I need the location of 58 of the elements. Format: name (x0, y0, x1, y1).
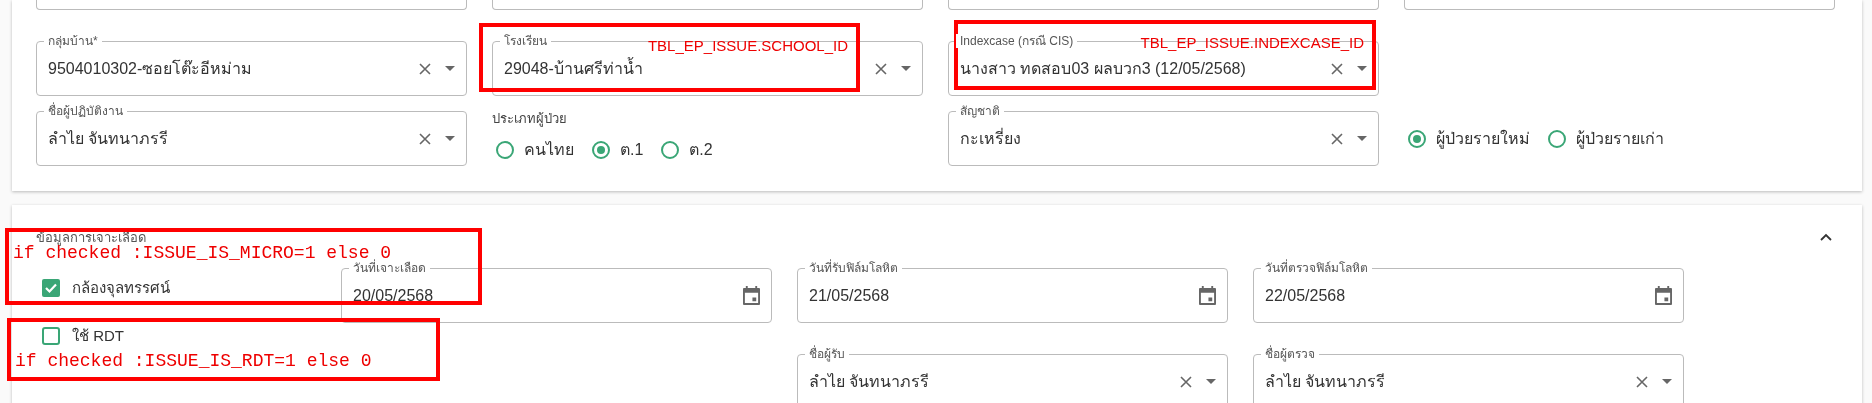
field-label: สัญชาติ (956, 104, 1004, 118)
input-field[interactable] (1404, 0, 1835, 10)
annotation-text: if checked :ISSUE_IS_RDT=1 else 0 (15, 352, 372, 370)
field-label: วันที่เจาะเลือด (349, 261, 430, 275)
input-field[interactable] (492, 0, 923, 10)
date-field[interactable]: วันที่ตรวจฟิล์มโลหิต 22/05/2568 (1253, 261, 1684, 323)
radio-group-label: ประเภทผู้ป่วย (492, 111, 568, 127)
radio-option[interactable]: ผู้ป่วยรายใหม่ (1408, 126, 1530, 151)
calendar-icon[interactable] (1655, 286, 1672, 305)
annotation-text: if checked :ISSUE_IS_MICRO=1 else 0 (13, 244, 392, 262)
caret-icon[interactable] (445, 66, 455, 71)
radio-button[interactable] (496, 140, 514, 159)
caret-icon[interactable] (1357, 66, 1367, 71)
field-label: ชื่อผู้ตรวจ (1261, 347, 1319, 361)
field-label: ชื่อผู้ปฏิบัติงาน (44, 104, 127, 118)
select-field[interactable]: กลุ่มบ้าน* 9504010302-ซอยโต๊ะอีหม่าม (36, 34, 467, 96)
clear-icon[interactable] (1180, 375, 1192, 388)
annotation-text: TBL_EP_ISSUE.SCHOOL_ID (647, 37, 848, 54)
date-field[interactable]: วันที่เจาะเลือด 20/05/2568 (341, 261, 772, 323)
clear-icon[interactable] (419, 62, 431, 75)
caret-icon[interactable] (1357, 136, 1367, 141)
radio-button[interactable] (1408, 129, 1426, 148)
caret-icon[interactable] (445, 136, 455, 141)
select-field[interactable]: ชื่อผู้ปฏิบัติงาน ลำไย จันทนาภรรี (36, 104, 467, 166)
radio-option[interactable]: ต.1 (592, 137, 644, 162)
chevron-icon[interactable] (1820, 233, 1832, 241)
radio-option[interactable]: คนไทย (496, 137, 574, 162)
field-label: ชื่อผู้รับ (805, 347, 849, 361)
radio-option[interactable]: ผู้ป่วยรายเก่า (1548, 126, 1664, 151)
section-title: ข้อมูลการเจาะเลือด (36, 228, 146, 246)
field-label: วันที่รับฟิล์มโลหิต (805, 261, 902, 275)
clear-icon[interactable] (1636, 375, 1648, 388)
input-field[interactable] (36, 0, 467, 10)
field-label: กลุ่มบ้าน* (44, 34, 102, 48)
radio-button[interactable] (1548, 129, 1566, 148)
input-field[interactable] (948, 0, 1379, 10)
radio-button[interactable] (592, 140, 610, 159)
checkbox-option[interactable]: ใช้ RDT (42, 326, 316, 346)
caret-icon[interactable] (901, 66, 911, 71)
caret-icon[interactable] (1662, 379, 1672, 384)
date-field[interactable]: วันที่รับฟิล์มโลหิต 21/05/2568 (797, 261, 1228, 323)
annotation-text: TBL_EP_ISSUE.INDEXCASE_ID (1140, 34, 1364, 51)
calendar-icon[interactable] (1199, 286, 1216, 305)
checkbox[interactable] (42, 279, 60, 297)
radio-button[interactable] (661, 140, 680, 159)
checkbox[interactable] (42, 327, 60, 345)
clear-icon[interactable] (1331, 62, 1343, 75)
clear-icon[interactable] (875, 62, 887, 75)
caret-icon[interactable] (1206, 379, 1216, 384)
field-label: โรงเรียน (500, 34, 551, 48)
field-label: วันที่ตรวจฟิล์มโลหิต (1261, 261, 1372, 275)
calendar-icon[interactable] (743, 286, 760, 305)
select-field[interactable]: สัญชาติ กะเหรี่ยง (948, 104, 1379, 166)
checkbox-option[interactable]: กล้องจุลทรรศน์ (42, 278, 316, 298)
radio-option[interactable]: ต.2 (661, 137, 713, 162)
clear-icon[interactable] (419, 132, 431, 145)
field-label: Indexcase (กรณี CIS) (956, 34, 1078, 48)
clear-icon[interactable] (1331, 132, 1343, 145)
